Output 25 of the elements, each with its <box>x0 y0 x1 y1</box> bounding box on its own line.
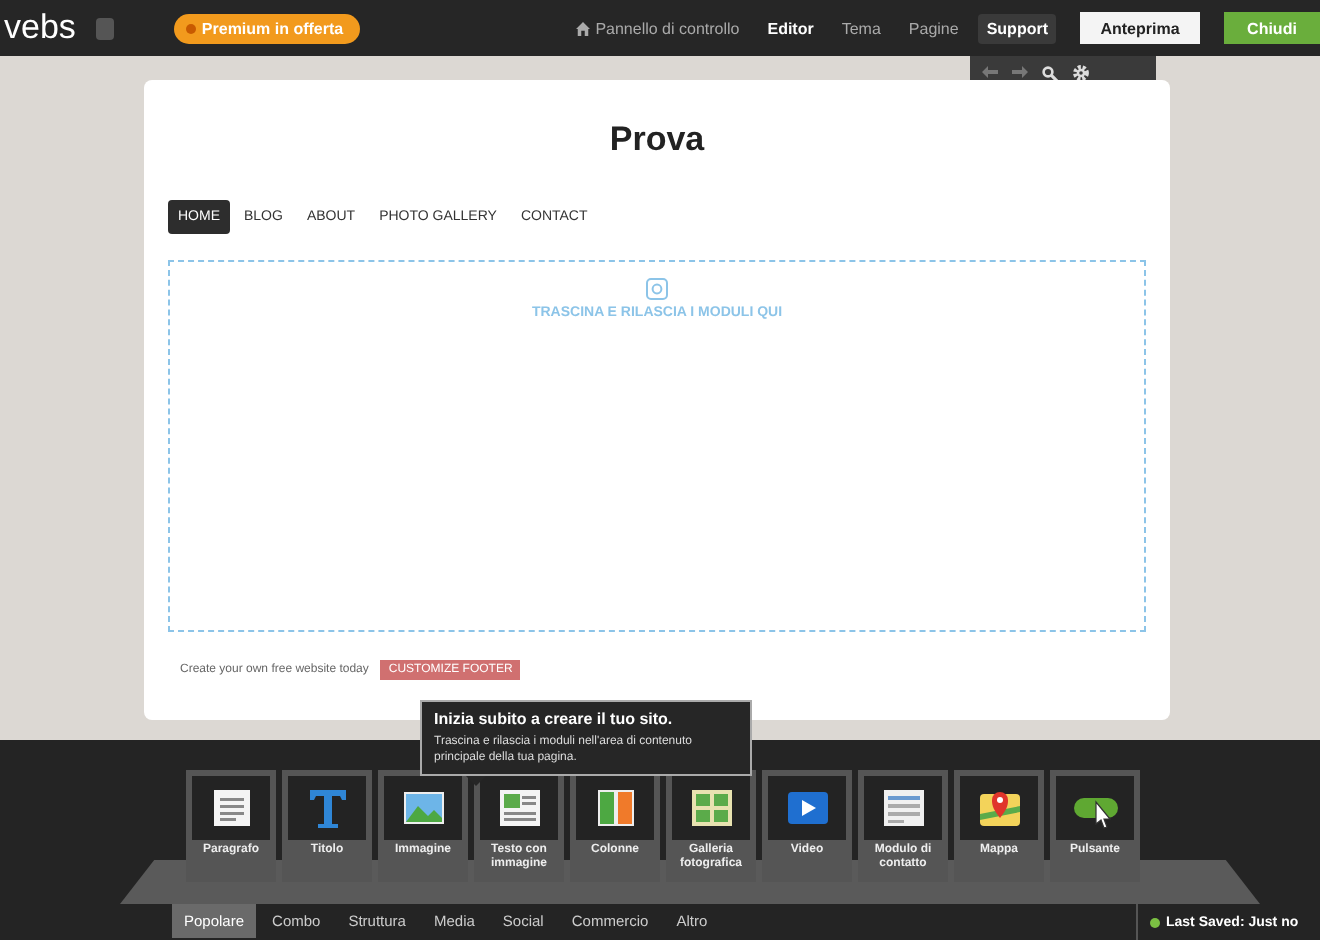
site-title: Prova <box>607 120 707 160</box>
tooltip-title: Inizia subito a creare il tuo sito. <box>434 710 675 728</box>
nav-link[interactable]: Tema <box>833 13 889 43</box>
form-icon <box>881 786 925 830</box>
logo: vebs <box>4 8 76 48</box>
nav-link[interactable]: Pannello di controllo <box>567 13 748 43</box>
nav-link[interactable]: Support <box>978 13 1056 43</box>
play-icon <box>785 786 829 830</box>
letter-icon <box>305 786 349 830</box>
menu-toggle-icon[interactable] <box>95 17 114 39</box>
article-icon <box>497 786 541 830</box>
search-icon[interactable] <box>1042 65 1058 81</box>
settings-icon[interactable] <box>1072 64 1090 82</box>
preview-button[interactable]: Anteprima <box>1080 12 1200 44</box>
photos-icon <box>689 786 733 830</box>
landscape-icon <box>401 786 445 830</box>
document-icon <box>209 786 253 830</box>
redo-icon[interactable] <box>1012 66 1028 80</box>
home-icon <box>575 21 590 35</box>
columns-icon <box>593 786 637 830</box>
nav-link[interactable]: Pagine <box>900 13 967 43</box>
nav-link[interactable]: Editor <box>759 13 822 43</box>
map-pin-icon <box>977 786 1021 830</box>
undo-icon[interactable] <box>982 66 998 80</box>
drop-icon <box>646 278 668 300</box>
